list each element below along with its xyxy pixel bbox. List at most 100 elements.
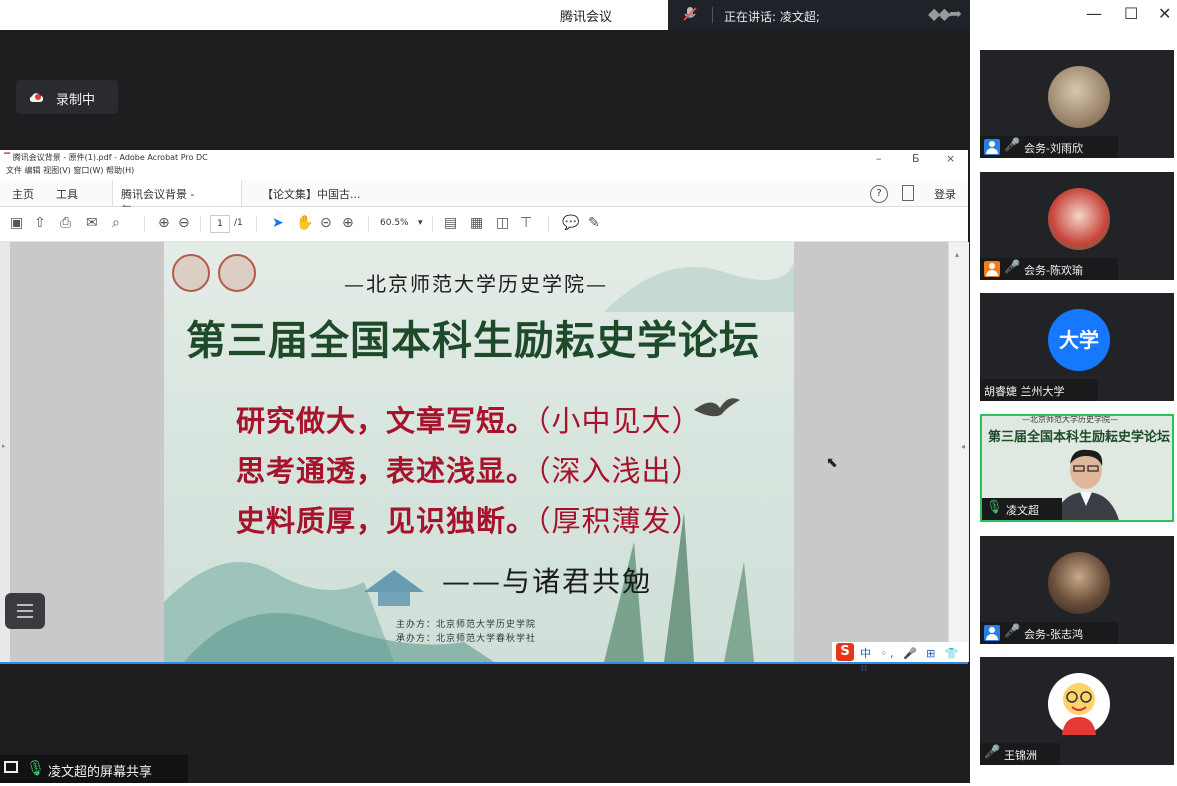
tab-home[interactable]: 主页 xyxy=(12,186,34,202)
zoom-level[interactable]: 60.5% xyxy=(380,218,409,228)
slide-line-3: 史料质厚，见识独断。（厚积薄发） xyxy=(236,504,702,538)
menu-line xyxy=(17,616,33,618)
ime-toolbar[interactable]: S 中 ◦, 🎤 ⊞ 👕 ⠿ xyxy=(832,642,968,674)
mail-icon[interactable]: ✉ xyxy=(86,215,98,231)
mic-muted-icon: 🎤 xyxy=(1004,624,1021,639)
menu-line xyxy=(17,604,33,606)
acrobat-tabs: 主页 工具 腾讯会议背景 - 复...× 【论文集】中国古... ? 登录 xyxy=(0,180,968,217)
slide-co-host: 承办方：北京师范大学春秋学社 xyxy=(396,634,537,644)
close-button[interactable]: ✕ xyxy=(1158,4,1171,23)
scroll-up-icon[interactable]: ▴ xyxy=(955,250,959,259)
screen-share-label: 🎙 凌文超的屏幕共享 xyxy=(0,755,188,783)
page-total: /1 xyxy=(234,218,243,228)
hand-icon[interactable]: ✋ xyxy=(296,215,313,231)
help-icon[interactable]: ? xyxy=(870,185,888,203)
search-icon[interactable]: ⌕ xyxy=(112,215,120,231)
participant-list: 🎤 会务-刘雨欣 🎤 会务-陈欢瑜 大学 胡睿婕 兰州大学 —北京师范大学历史学… xyxy=(970,30,1177,783)
slide-title: 第三届全国本科生励耘史学论坛 xyxy=(186,317,760,364)
participant-name: 会务-陈欢瑜 xyxy=(1024,264,1083,277)
participant-name: 会务-张志鸿 xyxy=(1024,628,1083,641)
mic-muted-icon: 🎤 xyxy=(1004,260,1021,275)
mic-muted-icon: 🎤 xyxy=(1004,138,1021,153)
expand-left-icon[interactable]: ▸ xyxy=(2,442,6,450)
page-down-icon[interactable]: ⊖ xyxy=(178,215,190,231)
meeting-title: 腾讯会议 xyxy=(560,10,613,25)
mic-icon: 🎙 xyxy=(26,759,46,777)
share-owner-label: 凌文超的屏幕共享 xyxy=(48,765,153,780)
avatar: 大学 xyxy=(1048,309,1110,371)
tab-document-active[interactable]: 腾讯会议背景 - 复...× xyxy=(112,180,242,217)
page-number-input[interactable]: 1 xyxy=(210,215,230,233)
acrobat-toolbar: ▣ ⇧ ⎙ ✉ ⌕ ⊕ ⊖ 1 /1 ➤ ✋ ⊝ ⊕ 60.5% ▾ ▤ ▦ ◫… xyxy=(0,207,968,242)
login-link[interactable]: 登录 xyxy=(934,186,956,202)
zoom-dropdown-icon[interactable]: ▾ xyxy=(418,218,423,228)
participant-tile[interactable]: 大学 胡睿婕 兰州大学 xyxy=(980,293,1174,401)
acrobat-close-button[interactable]: × xyxy=(946,152,955,165)
participant-nametag: 🎤 王锦洲 xyxy=(980,743,1060,765)
upload-icon[interactable]: ⇧ xyxy=(34,215,46,231)
user-icon xyxy=(984,261,1000,277)
share-border xyxy=(0,662,968,664)
zoom-in-icon[interactable]: ⊕ xyxy=(342,215,354,231)
university-seal-left xyxy=(172,254,210,292)
ime-items[interactable]: 中 ◦, 🎤 ⊞ 👕 ⠿ xyxy=(860,645,968,674)
notification-icon[interactable] xyxy=(902,185,914,201)
university-seal-right xyxy=(218,254,256,292)
slide-host: 主办方：北京师范大学历史学院 xyxy=(396,620,537,630)
slide-line-2: 思考通透，表述浅显。（深入浅出） xyxy=(236,454,702,488)
acrobat-menu[interactable]: 文件 编辑 视图(V) 窗口(W) 帮助(H) xyxy=(6,165,134,176)
screen-share-stage: 录制中 ▔ 腾讯会议背景 - 原件(1).pdf - Adobe Acrobat… xyxy=(0,30,970,783)
speaking-indicator: 正在讲话: 凌文超; ◆◆➦ xyxy=(668,0,970,30)
pen-icon[interactable]: ✎ xyxy=(588,215,600,231)
participant-tile[interactable]: 🎤 会务-张志鸿 xyxy=(980,536,1174,644)
user-icon xyxy=(984,625,1000,641)
participant-tile[interactable]: 🎤 王锦洲 xyxy=(980,657,1174,765)
page-up-icon[interactable]: ⊕ xyxy=(158,215,170,231)
speaking-label: 正在讲话: 凌文超; xyxy=(724,10,820,24)
user-icon xyxy=(984,139,1000,155)
expand-right-icon[interactable]: ◂ xyxy=(961,442,965,451)
presenter-video xyxy=(1053,449,1119,520)
comment-icon[interactable]: 💬 xyxy=(562,215,579,231)
save-icon[interactable]: ▣ xyxy=(10,215,23,231)
cartoon-face-icon xyxy=(1062,683,1096,735)
read-mode-icon[interactable]: ⊤ xyxy=(520,215,532,231)
participant-name: 王锦洲 xyxy=(1004,749,1037,762)
print-icon[interactable]: ⎙ xyxy=(60,215,71,231)
minimize-button[interactable]: — xyxy=(1086,4,1102,23)
right-panel-strip[interactable]: ▴ ◂ xyxy=(948,242,969,662)
participant-tile-speaking[interactable]: —北京师范大学历史学院— 第三届全国本科生励耘史学论坛 🎙 凌文超 xyxy=(980,414,1174,522)
acrobat-minimize-button[interactable]: – xyxy=(876,152,882,165)
sidebar-menu-button[interactable] xyxy=(5,593,45,629)
slide-subtitle: —北京师范大学历史学院— xyxy=(344,272,608,296)
tab-tools[interactable]: 工具 xyxy=(56,186,78,202)
bird-illustration xyxy=(694,398,740,417)
maximize-button[interactable]: ☐ xyxy=(1124,4,1138,23)
tab-document-other[interactable]: 【论文集】中国古... xyxy=(262,186,361,202)
participant-tile[interactable]: 🎤 会务-刘雨欣 xyxy=(980,50,1174,158)
slide-subtitle-thumb: —北京师范大学历史学院— xyxy=(1022,415,1118,424)
participant-tile[interactable]: 🎤 会务-陈欢瑜 xyxy=(980,172,1174,280)
slide-motto: ——与诸君共勉 xyxy=(442,565,653,598)
fullscreen-icon[interactable]: ◫ xyxy=(496,215,509,231)
acrobat-window: ▔ 腾讯会议背景 - 原件(1).pdf - Adobe Acrobat Pro… xyxy=(0,150,969,662)
mic-muted-icon xyxy=(682,6,698,25)
recording-label: 录制中 xyxy=(56,93,96,108)
acrobat-maximize-button[interactable]: Б xyxy=(912,152,920,165)
select-arrow-icon[interactable]: ➤ xyxy=(272,215,284,231)
separator xyxy=(432,216,433,232)
expand-arrows-icon[interactable]: ◆◆➦ xyxy=(928,4,962,23)
participant-name: 胡睿婕 兰州大学 xyxy=(984,385,1065,398)
menu-line xyxy=(17,610,33,612)
participant-nametag: 🎤 会务-刘雨欣 xyxy=(980,136,1118,158)
recording-badge[interactable]: 录制中 xyxy=(16,80,118,114)
slide-title-thumb: 第三届全国本科生励耘史学论坛 xyxy=(988,430,1171,445)
separator xyxy=(256,216,257,232)
fit-page-icon[interactable]: ▤ xyxy=(444,215,457,231)
acrobat-title: ▔ 腾讯会议背景 - 原件(1).pdf - Adobe Acrobat Pro… xyxy=(4,153,208,162)
zoom-out-icon[interactable]: ⊝ xyxy=(320,215,332,231)
slide-line-1: 研究做大，文章写短。（小中见大） xyxy=(236,404,702,438)
scroll-mode-icon[interactable]: ▦ xyxy=(470,215,483,231)
pdf-slide: —北京师范大学历史学院— 第三届全国本科生励耘史学论坛 研究做大，文章写短。（小… xyxy=(164,242,794,662)
slide-organizers: 主办方：北京师范大学历史学院 承办方：北京师范大学春秋学社 xyxy=(396,618,536,646)
